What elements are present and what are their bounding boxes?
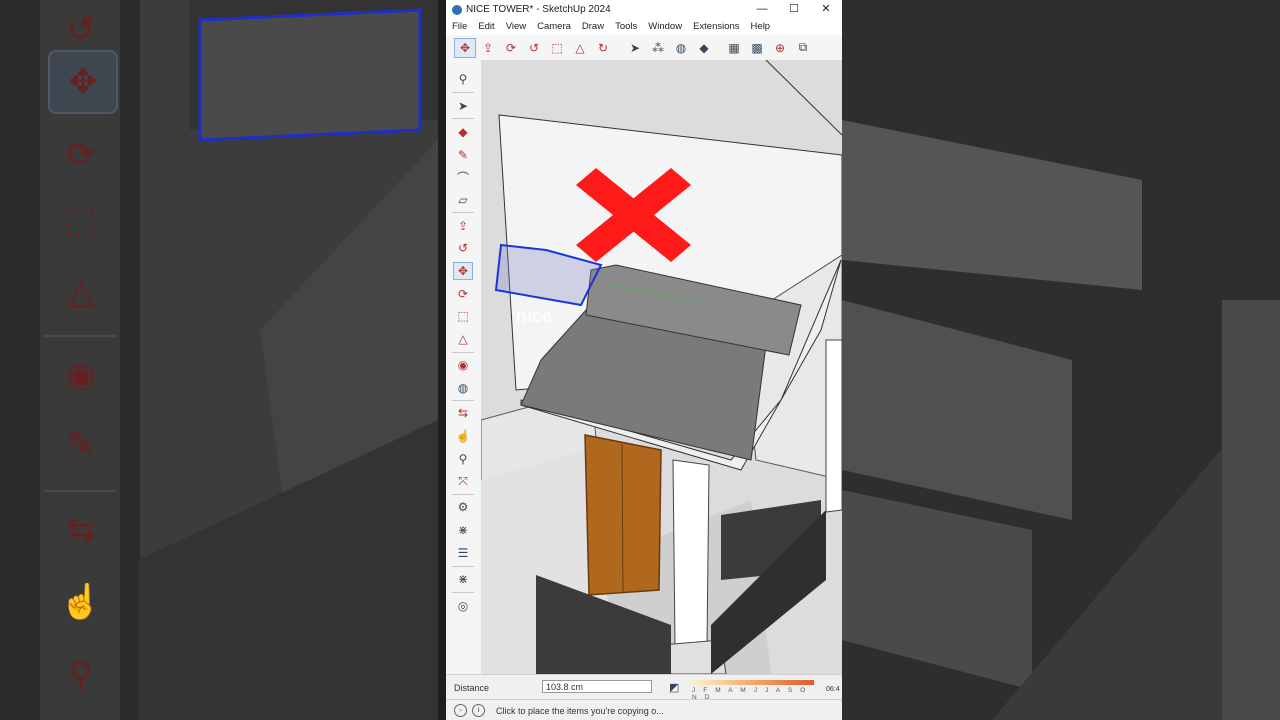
menu-camera[interactable]: Camera [531, 19, 576, 35]
follow-me-icon[interactable]: ↺ [523, 38, 545, 58]
sketchup-window: NICE TOWER* - SketchUp 2024 — ☐ ✕ File E… [446, 0, 842, 720]
window-controls: — ☐ ✕ [746, 0, 842, 19]
toolbar-separator [452, 92, 474, 93]
close-button[interactable]: ✕ [810, 0, 842, 19]
rotate-icon: ⟳ [66, 136, 96, 174]
status-message: Click to place the items you're copying … [496, 706, 664, 716]
toolbar-separator [452, 118, 474, 119]
orbit-icon: ⇆ [66, 511, 96, 549]
menu-extensions[interactable]: Extensions [687, 19, 744, 35]
title-bar: NICE TOWER* - SketchUp 2024 — ☐ ✕ [446, 0, 842, 19]
maximize-button[interactable]: ☐ [778, 0, 810, 19]
menu-draw[interactable]: Draw [576, 19, 609, 35]
rotate-icon[interactable]: ⟳ [453, 285, 473, 303]
eraser-icon[interactable]: ◆ [693, 38, 715, 58]
menu-window[interactable]: Window [642, 19, 687, 35]
toolbar-separator [452, 400, 474, 401]
toolbar-separator [452, 494, 474, 495]
offset-icon[interactable]: △ [453, 330, 473, 348]
extension-icon[interactable]: ⋇ [453, 570, 473, 588]
eraser-icon[interactable]: ◆ [453, 123, 473, 141]
left-toolbar: ⚲ ➤ ◆ ✎ ⌒ ▱ ⇪ ↺ ✥ ⟳ ⬚ △ ◉ ◍ ⇆ ☝ ⚲ ⤧ ⚙ ⋇ [446, 60, 482, 674]
tape-measure-icon[interactable]: ◉ [453, 356, 473, 374]
tape-measure-icon: ◉ [66, 356, 96, 394]
extension-icon[interactable]: ⋇ [453, 521, 473, 539]
toolbar-separator [452, 592, 474, 593]
top-toolbar: ✥ ⇪ ⟳ ↺ ⬚ △ ↻ ➤ ⁂ ◍ ◆ ▦ ▩ ⊕ ⧉ [446, 35, 842, 61]
layers-icon[interactable]: ☰ [453, 544, 473, 562]
orbit-icon[interactable]: ⇆ [453, 404, 473, 422]
sketchup-logo-icon [452, 4, 462, 15]
offset-icon[interactable]: △ [569, 38, 591, 58]
background-right-scene [842, 0, 1280, 720]
shadow-month-slider[interactable]: J F M A M J J A S O N D [692, 680, 814, 701]
paint-icon[interactable]: ↻ [592, 38, 614, 58]
arc-icon[interactable]: ⌒ [453, 168, 473, 186]
measurements-bar: Distance 103.8 cm ◩ J F M A M J J A S O … [446, 674, 842, 701]
status-bar: ◦ i Click to place the items you're copy… [446, 699, 842, 720]
background-zoom-right [842, 0, 1280, 720]
move-icon[interactable]: ✥ [454, 37, 476, 58]
pan-icon[interactable]: ☝ [453, 427, 473, 445]
move-icon: ✥ [48, 50, 118, 114]
scale-icon: ⬚ [64, 201, 98, 239]
scale-icon[interactable]: ⬚ [546, 38, 568, 58]
rectangle-icon[interactable]: ▱ [453, 191, 473, 209]
select-icon[interactable]: ➤ [453, 97, 473, 115]
component-icon[interactable]: ⁂ [647, 38, 669, 58]
rotate-icon[interactable]: ⟳ [500, 38, 522, 58]
zoom-icon[interactable]: ⚲ [453, 450, 473, 468]
watermark-text: nice [516, 306, 552, 326]
window-title: NICE TOWER* - SketchUp 2024 [466, 4, 611, 15]
geo-location-icon[interactable]: ◦ [454, 704, 467, 717]
toolbar-separator [452, 566, 474, 567]
menu-edit[interactable]: Edit [472, 19, 499, 35]
shadow-time: 06:4 [826, 686, 840, 693]
distance-input[interactable]: 103.8 cm [542, 680, 652, 693]
follow-me-icon[interactable]: ↺ [453, 239, 473, 257]
toolbar-separator [452, 352, 474, 353]
background-separator [44, 490, 116, 492]
paint-bucket-icon: ✎ [66, 426, 96, 464]
menu-help[interactable]: Help [745, 19, 776, 35]
paint-bucket-icon[interactable]: ◍ [670, 38, 692, 58]
section-plane-icon[interactable]: ▦ [723, 38, 745, 58]
pan-icon: ☝ [59, 583, 103, 621]
zoom-extents-icon[interactable]: ⤧ [453, 472, 473, 490]
screen: ↺ ✥ ⟳ ⬚ △ ◉ ✎ ⇆ ☝ ⚲ NICE TOWER* - Sketch… [0, 0, 1280, 720]
select-icon[interactable]: ➤ [624, 38, 646, 58]
axes-icon[interactable]: ⊕ [769, 38, 791, 58]
warehouse-icon[interactable]: ⚙ [453, 498, 473, 516]
column [672, 459, 710, 646]
profile-icon[interactable]: ◎ [453, 597, 473, 615]
model-viewport[interactable]: nice [481, 60, 842, 674]
menu-file[interactable]: File [446, 19, 472, 35]
background-separator [44, 335, 116, 337]
move-icon[interactable]: ✥ [453, 262, 473, 280]
zoom-icon: ⚲ [68, 656, 94, 694]
tag-icon[interactable]: ▩ [746, 38, 768, 58]
offset-icon: △ [67, 273, 95, 311]
zoom-icon[interactable]: ⚲ [453, 70, 473, 88]
month-gradient [692, 680, 814, 685]
push-pull-icon[interactable]: ⇪ [453, 217, 473, 235]
dimension-icon[interactable]: ⧉ [792, 38, 814, 58]
info-icon[interactable]: i [472, 704, 485, 717]
right-column [825, 339, 842, 513]
paint-bucket-icon[interactable]: ◍ [453, 379, 473, 397]
shadow-toggle-icon[interactable]: ◩ [669, 681, 679, 694]
menu-view[interactable]: View [500, 19, 531, 35]
model-scene: nice [481, 60, 842, 674]
scale-icon[interactable]: ⬚ [453, 307, 473, 325]
menu-tools[interactable]: Tools [609, 19, 642, 35]
push-pull-icon[interactable]: ⇪ [477, 38, 499, 58]
menu-bar: File Edit View Camera Draw Tools Window … [446, 19, 842, 35]
minimize-button[interactable]: — [746, 0, 778, 19]
toolbar-separator [452, 212, 474, 213]
background-zoom-left: ↺ ✥ ⟳ ⬚ △ ◉ ✎ ⇆ ☝ ⚲ [0, 0, 438, 720]
vcb-label: Distance [454, 683, 490, 693]
pencil-icon[interactable]: ✎ [453, 146, 473, 164]
